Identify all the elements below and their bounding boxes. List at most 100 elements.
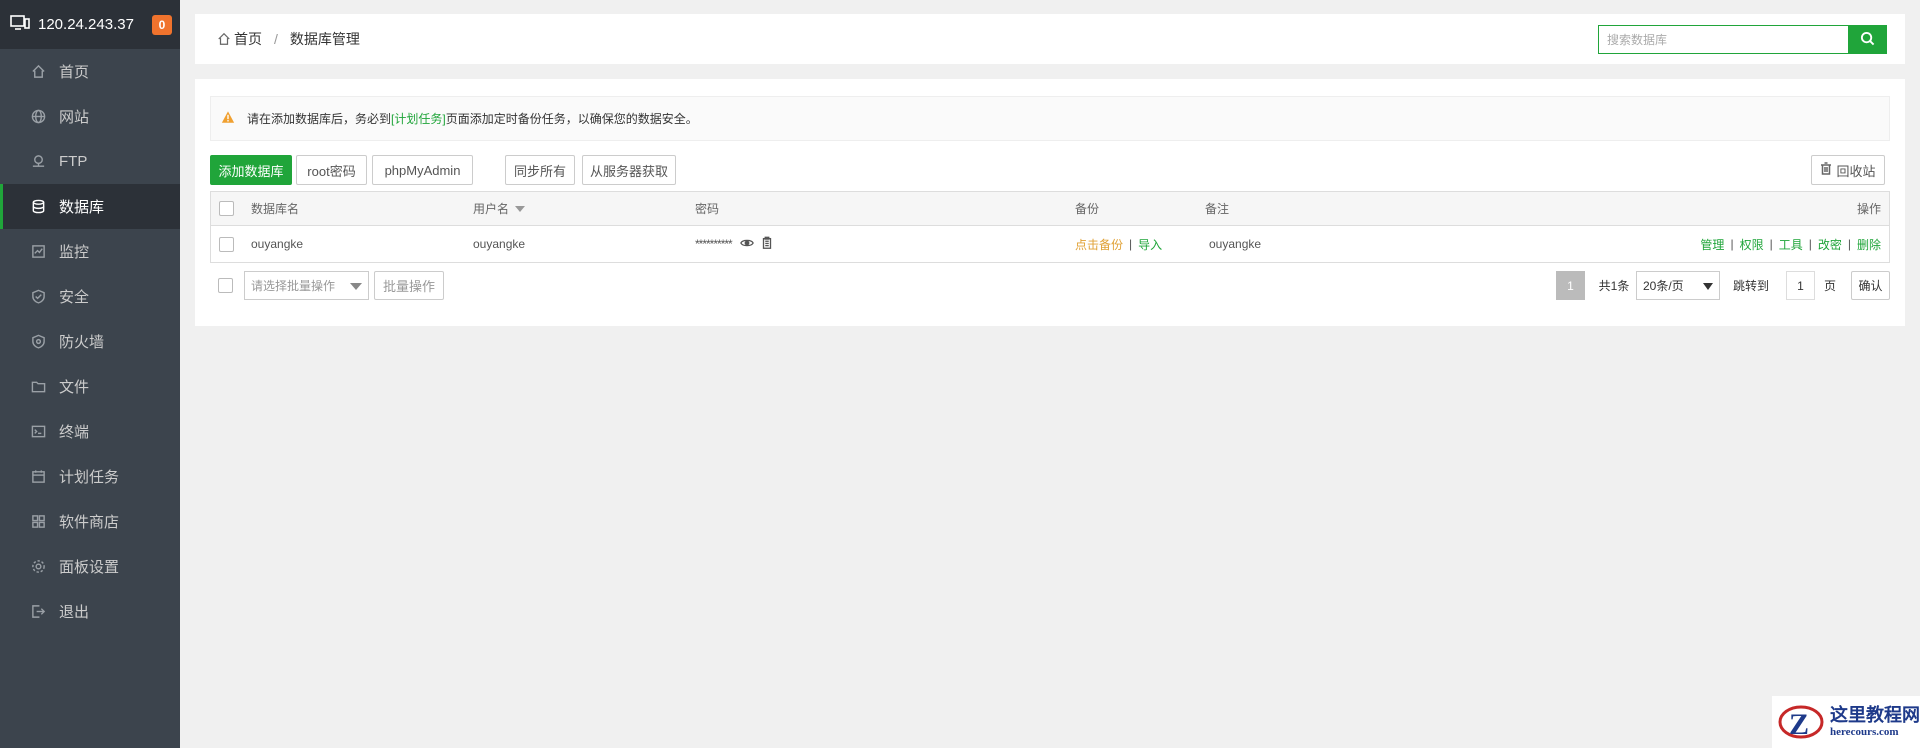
per-page-select[interactable]: 20条/页 <box>1636 271 1720 300</box>
row-note[interactable]: ouyangke <box>1209 226 1261 262</box>
caret-down-icon <box>350 283 362 290</box>
sidebar-item-label: 监控 <box>59 244 90 261</box>
change-password-link[interactable]: 改密 <box>1818 236 1842 253</box>
ftp-icon <box>29 153 47 171</box>
server-header: 120.24.243.37 0 <box>0 0 180 49</box>
database-icon <box>29 198 47 216</box>
batch-action-select[interactable]: 请选择批量操作 <box>244 271 369 300</box>
backup-notice: 请在添加数据库后，务必到 [计划任务] 页面添加定时备份任务，以确保您的数据安全… <box>210 96 1890 141</box>
notice-prefix: 请在添加数据库后，务必到 <box>247 112 392 126</box>
sidebar-item-terminal[interactable]: 终端 <box>0 409 180 454</box>
header-note: 备注 <box>1205 202 1230 216</box>
sidebar-item-files[interactable]: 文件 <box>0 364 180 409</box>
breadcrumb-home[interactable]: 首页 <box>234 29 262 49</box>
eye-icon[interactable] <box>739 236 754 253</box>
manage-link[interactable]: 管理 <box>1700 236 1724 253</box>
notice-cron-link[interactable]: [计划任务] <box>391 110 446 127</box>
divider: | <box>1847 237 1851 251</box>
sidebar-item-monitor[interactable]: 监控 <box>0 229 180 274</box>
header-backup: 备份 <box>1075 202 1100 216</box>
apps-icon <box>29 513 47 531</box>
folder-icon <box>29 378 47 396</box>
import-link[interactable]: 导入 <box>1138 236 1162 253</box>
top-bar: 首页 / 数据库管理 <box>195 14 1905 64</box>
permission-link[interactable]: 权限 <box>1740 236 1764 253</box>
page-unit: 页 <box>1823 279 1836 293</box>
backup-link[interactable]: 点击备份 <box>1075 236 1123 253</box>
per-page-value: 20条/页 <box>1643 279 1684 293</box>
firewall-icon <box>29 333 47 351</box>
sidebar-item-home[interactable]: 首页 <box>0 49 180 94</box>
add-database-button[interactable]: 添加数据库 <box>210 155 292 185</box>
copy-icon[interactable] <box>760 236 774 253</box>
sidebar-item-cron[interactable]: 计划任务 <box>0 454 180 499</box>
notice-suffix: 页面添加定时备份任务，以确保您的数据安全。 <box>445 112 698 126</box>
row-password: ********** <box>695 226 774 262</box>
sidebar-item-label: 计划任务 <box>59 469 120 486</box>
breadcrumb: 首页 / 数据库管理 <box>217 29 360 49</box>
sidebar-item-label: 防火墙 <box>59 334 105 351</box>
search-input[interactable] <box>1598 25 1848 54</box>
header-username-label: 用户名 <box>473 202 510 216</box>
row-actions: 管理 | 权限 | 工具 | 改密 | 删除 <box>1700 226 1881 262</box>
phpmyadmin-button[interactable]: phpMyAdmin <box>372 155 473 185</box>
sidebar-item-security[interactable]: 安全 <box>0 274 180 319</box>
recycle-bin-label: 回收站 <box>1836 163 1876 179</box>
sidebar-item-label: 退出 <box>59 604 90 621</box>
delete-link[interactable]: 删除 <box>1857 236 1881 253</box>
sidebar-item-label: FTP <box>59 153 88 170</box>
sidebar-item-label: 网站 <box>59 109 90 126</box>
page-current[interactable]: 1 <box>1556 271 1585 300</box>
select-all-checkbox[interactable] <box>219 201 234 216</box>
sidebar-item-store[interactable]: 软件商店 <box>0 499 180 544</box>
sidebar: 120.24.243.37 0 首页 网站 FTP 数据库 监控 安全 防火墙 … <box>0 0 180 748</box>
root-password-button[interactable]: root密码 <box>296 155 367 185</box>
watermark-text: 这里教程网 herecours.com <box>1830 705 1920 738</box>
divider: | <box>1129 237 1133 251</box>
row-backup: 点击备份 | 导入 <box>1075 226 1162 262</box>
watermark-title: 这里教程网 <box>1830 705 1920 726</box>
table-footer: 请选择批量操作 批量操作 1 共1条 20条/页 跳转到 1 页 确认 <box>210 271 1890 301</box>
sidebar-item-ftp[interactable]: FTP <box>0 139 180 184</box>
tools-link[interactable]: 工具 <box>1779 236 1803 253</box>
gear-icon <box>29 558 47 576</box>
server-ip: 120.24.243.37 <box>38 16 134 33</box>
search-button[interactable] <box>1848 25 1887 54</box>
home-icon[interactable] <box>217 31 234 47</box>
jump-confirm-button[interactable]: 确认 <box>1851 271 1890 300</box>
header-username[interactable]: 用户名 <box>473 192 526 225</box>
divider: | <box>1808 237 1812 251</box>
notification-badge[interactable]: 0 <box>152 14 172 35</box>
sync-all-button[interactable]: 同步所有 <box>505 155 575 185</box>
row-checkbox[interactable] <box>219 236 234 252</box>
sidebar-item-database[interactable]: 数据库 <box>0 184 180 229</box>
calendar-icon <box>29 468 47 486</box>
sidebar-item-label: 文件 <box>59 379 90 396</box>
database-panel: 请在添加数据库后，务必到 [计划任务] 页面添加定时备份任务，以确保您的数据安全… <box>195 79 1905 326</box>
shield-icon <box>29 288 47 306</box>
watermark-logo: Z 这里教程网 herecours.com <box>1772 696 1920 748</box>
main-content: 首页 / 数据库管理 请在添加数据库后，务必到 [计划任务] 页面添加定时备份任… <box>180 0 1920 748</box>
jump-page-input[interactable]: 1 <box>1786 271 1815 300</box>
sidebar-item-firewall[interactable]: 防火墙 <box>0 319 180 364</box>
batch-action-button[interactable]: 批量操作 <box>374 271 444 300</box>
table-header: 数据库名 用户名 密码 备份 备注 操作 <box>211 192 1889 226</box>
footer-select-all-checkbox[interactable] <box>218 278 233 293</box>
toolbar: 添加数据库 root密码 phpMyAdmin 同步所有 从服务器获取 回收站 <box>210 155 1890 185</box>
logo-z-icon: Z <box>1776 700 1826 745</box>
terminal-icon <box>29 423 47 441</box>
sidebar-item-label: 首页 <box>59 64 90 81</box>
jump-label: 跳转到 <box>1732 279 1769 293</box>
fetch-from-server-button[interactable]: 从服务器获取 <box>582 155 676 185</box>
header-actions: 操作 <box>1856 202 1881 216</box>
sidebar-item-logout[interactable]: 退出 <box>0 589 180 634</box>
batch-action-placeholder: 请选择批量操作 <box>251 279 336 293</box>
breadcrumb-current: 数据库管理 <box>289 31 360 47</box>
database-table: 数据库名 用户名 密码 备份 备注 操作 ouyangke ouyangke *… <box>210 191 1890 263</box>
monitor-icon <box>29 243 47 261</box>
sidebar-item-settings[interactable]: 面板设置 <box>0 544 180 589</box>
sidebar-item-website[interactable]: 网站 <box>0 94 180 139</box>
recycle-bin-button[interactable]: 回收站 <box>1811 155 1885 185</box>
header-db-name: 数据库名 <box>251 202 300 216</box>
sort-down-icon[interactable] <box>515 205 526 212</box>
